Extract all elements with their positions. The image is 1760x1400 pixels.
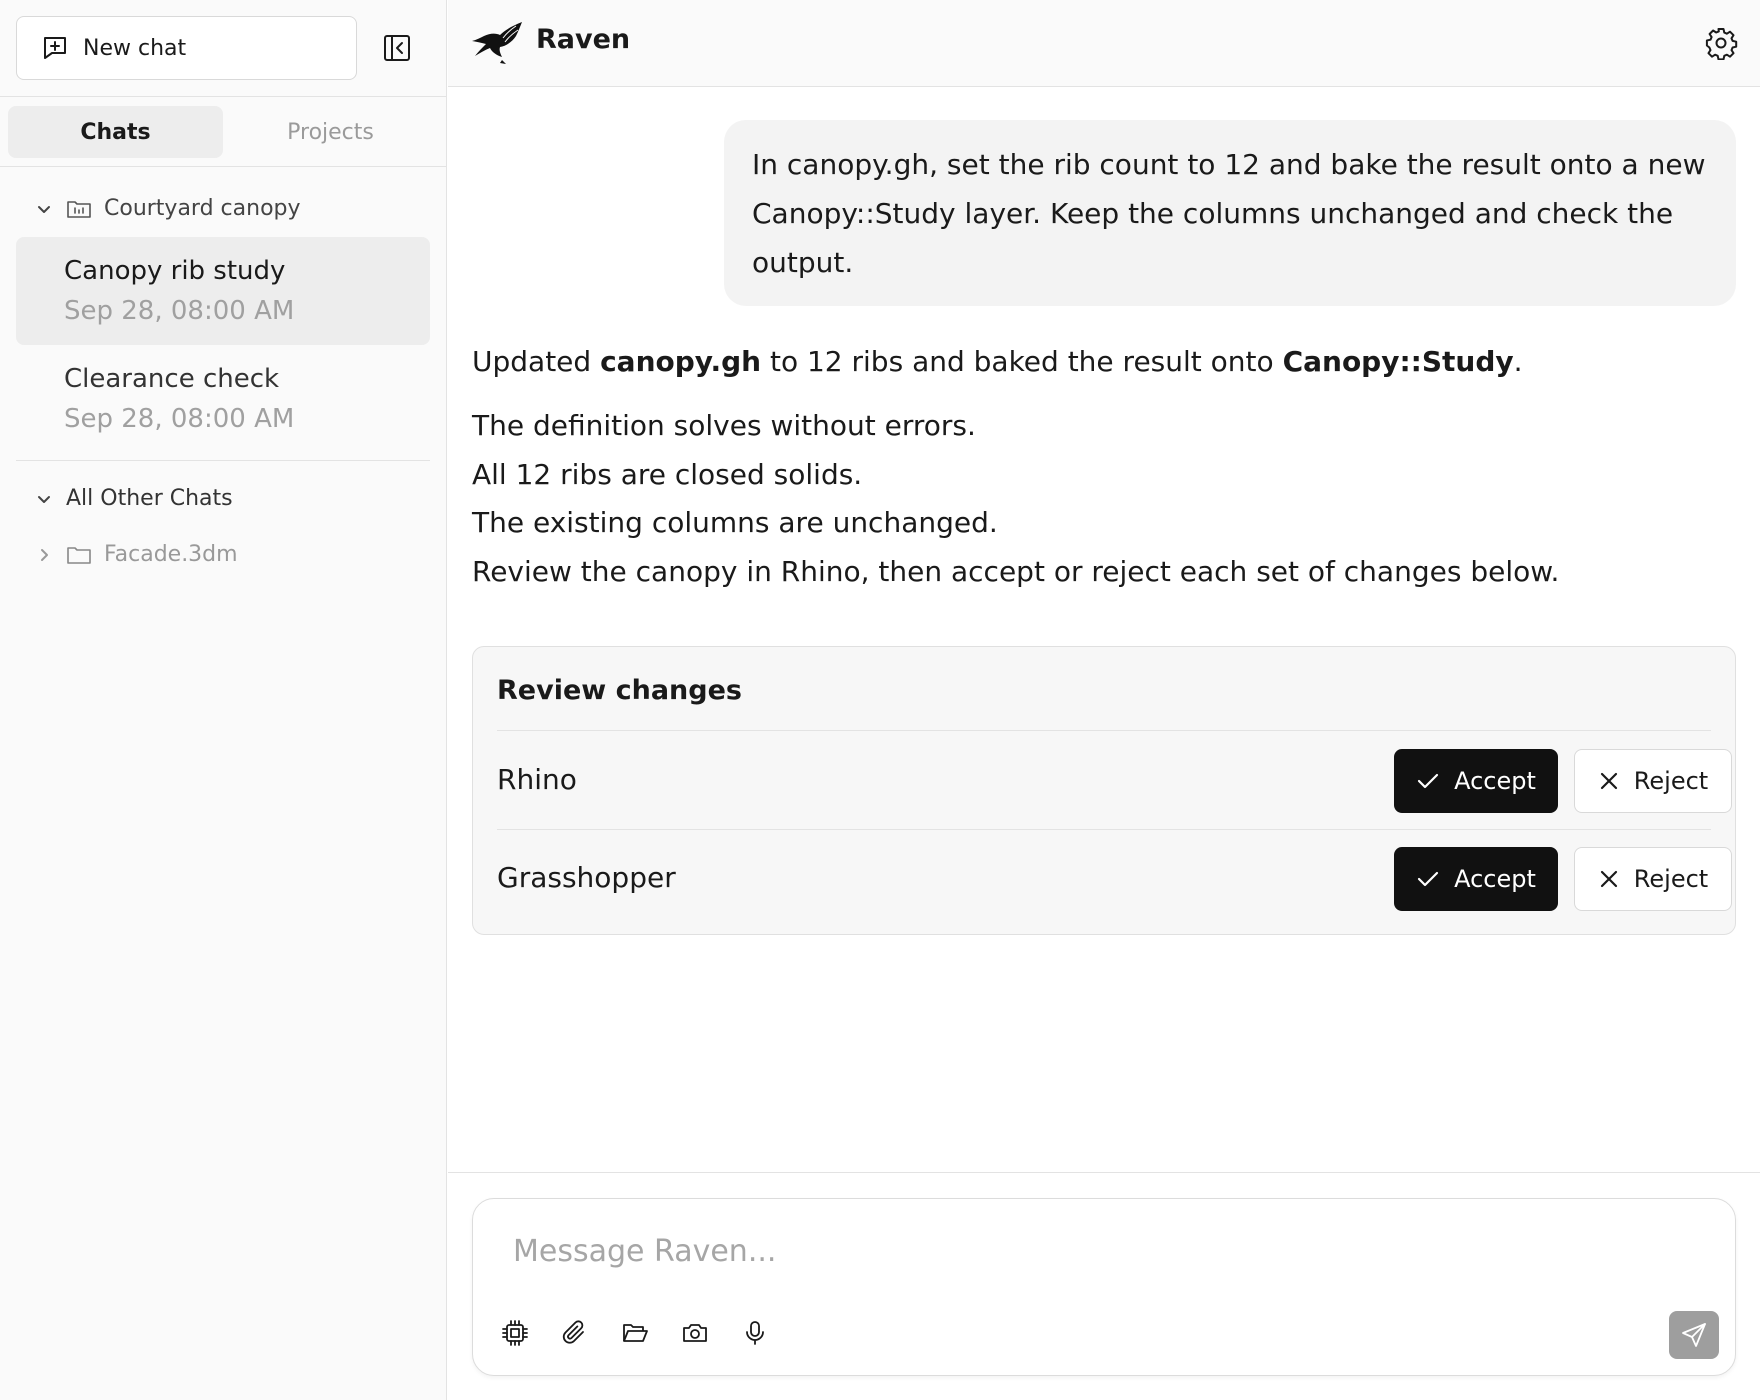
new-chat-label: New chat	[83, 35, 187, 61]
chat-date: Sep 28, 08:00 AM	[64, 404, 295, 434]
summary-file-name: canopy.gh	[600, 345, 762, 378]
divider	[16, 460, 430, 461]
chevron-right-icon	[41, 548, 48, 561]
sidebar-tabs: Chats Projects	[8, 106, 439, 158]
new-chat-icon	[44, 37, 66, 59]
user-message: In canopy.gh, set the rib count to 12 an…	[724, 120, 1736, 306]
reject-label: Reject	[1633, 865, 1709, 893]
message-input[interactable]	[513, 1229, 1613, 1273]
summary-text: .	[1513, 345, 1523, 378]
divider	[448, 1172, 1760, 1173]
folder-item-facade[interactable]: Facade.3dm	[34, 542, 238, 567]
chat-item-clearance-check[interactable]: Clearance check Sep 28, 08:00 AM	[16, 345, 430, 453]
divider	[0, 166, 447, 167]
app-title: Raven	[536, 24, 631, 55]
reply-line: All 12 ribs are closed solids.	[472, 457, 863, 491]
folder-icon	[67, 546, 91, 564]
chip-icon[interactable]	[501, 1319, 529, 1347]
reply-line: The definition solves without errors.	[472, 409, 976, 442]
review-row-label: Grasshopper	[497, 861, 676, 894]
send-button[interactable]	[1669, 1311, 1719, 1359]
review-row-rhino: Rhino Accept Reject	[497, 749, 1732, 813]
project-folder-icon	[67, 200, 91, 218]
tab-projects[interactable]: Projects	[223, 106, 438, 158]
sidebar: New chat Chats Projects Courtyard canopy…	[0, 0, 447, 1400]
send-icon	[1682, 1323, 1706, 1347]
chevron-down-icon	[38, 495, 50, 503]
collapse-sidebar-button[interactable]	[379, 30, 415, 66]
main-panel: Raven In canopy.gh, set the rib count to…	[448, 0, 1760, 1400]
chat-title: Canopy rib study	[64, 256, 286, 286]
check-icon	[1417, 773, 1439, 789]
accept-button[interactable]: Accept	[1394, 847, 1558, 911]
gear-icon[interactable]	[1704, 26, 1738, 60]
microphone-icon[interactable]	[741, 1319, 769, 1347]
chevron-down-icon	[38, 205, 50, 213]
review-title: Review changes	[497, 675, 742, 706]
message-composer	[472, 1198, 1736, 1376]
reject-label: Reject	[1633, 767, 1709, 795]
reject-button[interactable]: Reject	[1574, 749, 1732, 813]
assistant-reply: Updated canopy.gh to 12 ribs and baked t…	[472, 340, 1732, 596]
accept-button[interactable]: Accept	[1394, 749, 1558, 813]
divider	[497, 730, 1711, 731]
summary-layer-name: Canopy::Study	[1282, 345, 1514, 378]
reply-line: Review the canopy in Rhino, then accept …	[472, 554, 1560, 588]
project-group-courtyard-canopy[interactable]: Courtyard canopy	[34, 196, 301, 221]
camera-icon[interactable]	[681, 1319, 709, 1347]
all-other-chats-header[interactable]: All Other Chats	[34, 486, 233, 511]
check-icon	[1417, 871, 1439, 887]
summary-text: Updated	[472, 345, 601, 378]
summary-text: to 12 ribs and baked the result onto	[761, 345, 1283, 378]
review-row-grasshopper: Grasshopper Accept Reject	[497, 847, 1732, 911]
folder-open-icon[interactable]	[621, 1319, 649, 1347]
project-group-name: Courtyard canopy	[104, 196, 301, 221]
tab-chats[interactable]: Chats	[8, 106, 223, 158]
close-icon	[1600, 870, 1617, 888]
chat-item-canopy-rib-study[interactable]: Canopy rib study Sep 28, 08:00 AM	[16, 237, 430, 345]
accept-label: Accept	[1454, 865, 1536, 893]
divider	[497, 829, 1711, 830]
new-chat-button[interactable]: New chat	[16, 16, 357, 80]
divider	[0, 96, 447, 97]
close-icon	[1600, 772, 1617, 790]
chat-title: Clearance check	[64, 364, 280, 394]
reply-line: The existing columns are unchanged.	[472, 506, 998, 539]
sidebar-top-row: New chat	[16, 16, 430, 80]
paperclip-icon[interactable]	[561, 1319, 589, 1347]
sidebar-collapse-icon	[384, 35, 410, 61]
raven-logo-icon	[472, 22, 522, 64]
all-other-chats-label: All Other Chats	[66, 486, 233, 511]
chat-date: Sep 28, 08:00 AM	[64, 296, 295, 326]
accept-label: Accept	[1454, 767, 1536, 795]
reply-details: The definition solves without errors. Al…	[472, 402, 1732, 596]
reject-button[interactable]: Reject	[1574, 847, 1732, 911]
folder-name: Facade.3dm	[104, 542, 238, 567]
review-row-label: Rhino	[497, 763, 577, 796]
review-changes-card: Review changes Rhino Accept Reject Grass…	[472, 646, 1736, 935]
app-header: Raven	[448, 0, 1760, 87]
reply-summary: Updated canopy.gh to 12 ribs and baked t…	[472, 340, 1732, 384]
